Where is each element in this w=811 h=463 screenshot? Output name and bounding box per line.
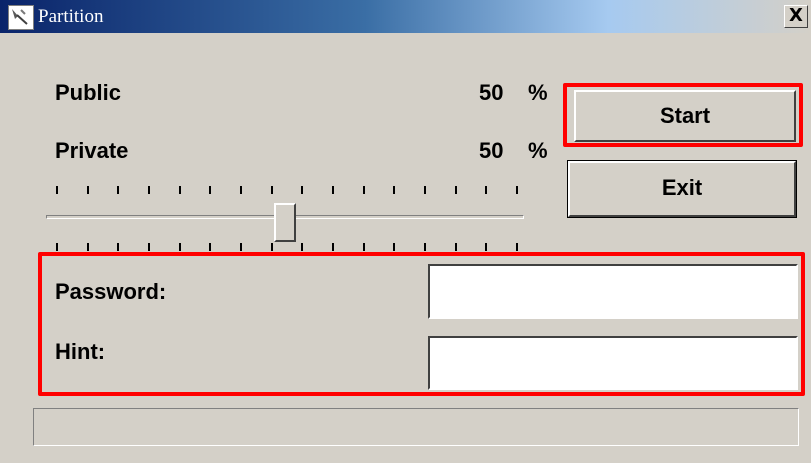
slider-tick [271,186,273,194]
slider-tick [301,186,303,194]
slider-tick [363,186,365,194]
password-field[interactable] [428,264,798,319]
slider-tick [56,186,58,194]
slider-tick [393,186,395,194]
slider-tick [424,243,426,251]
hint-label: Hint: [55,339,106,364]
slider-tick [516,186,518,194]
private-label: Private [55,138,129,163]
slider-tick [455,243,457,251]
password-label: Password: [55,279,167,304]
slider-tick [363,243,365,251]
slider-tick [56,243,58,251]
slider-tick [87,186,89,194]
slider-tick [209,243,211,251]
slider-tick [332,186,334,194]
slider-tick [301,243,303,251]
slider-tick [424,186,426,194]
slider-tick [148,186,150,194]
public-percent: 50 [479,80,504,105]
slider-tick [240,243,242,251]
slider-tick [485,186,487,194]
slider-tick [179,243,181,251]
title-bar[interactable]: Partition X [0,0,811,33]
close-button[interactable]: X [784,5,808,28]
app-icon [8,5,34,30]
slider-tick [148,243,150,251]
close-icon: X [789,5,803,26]
slider-tick [455,186,457,194]
window-title: Partition [38,6,104,27]
start-highlight-box [563,83,803,147]
slider-tick [271,243,273,251]
slider-tick [485,243,487,251]
slider-tick [117,186,119,194]
slider-tick [209,186,211,194]
public-label: Public [55,80,122,105]
slider-tick [117,243,119,251]
private-percent-unit: % [528,138,548,163]
exit-button[interactable]: Exit [567,160,797,218]
public-percent-unit: % [528,80,548,105]
slider-tick [179,186,181,194]
slider-tick [516,243,518,251]
private-percent: 50 [479,138,504,163]
slider-tick [87,243,89,251]
slider-tick [332,243,334,251]
slider-tick [240,186,242,194]
partition-slider-thumb[interactable] [274,203,296,242]
slider-ticks-bottom [56,243,526,251]
slider-ticks-top [56,186,526,194]
hint-field[interactable] [428,336,798,390]
status-bar [33,408,799,446]
partition-window: Partition X Public 50 % Private 50 % Sta… [0,0,811,463]
slider-tick [393,243,395,251]
